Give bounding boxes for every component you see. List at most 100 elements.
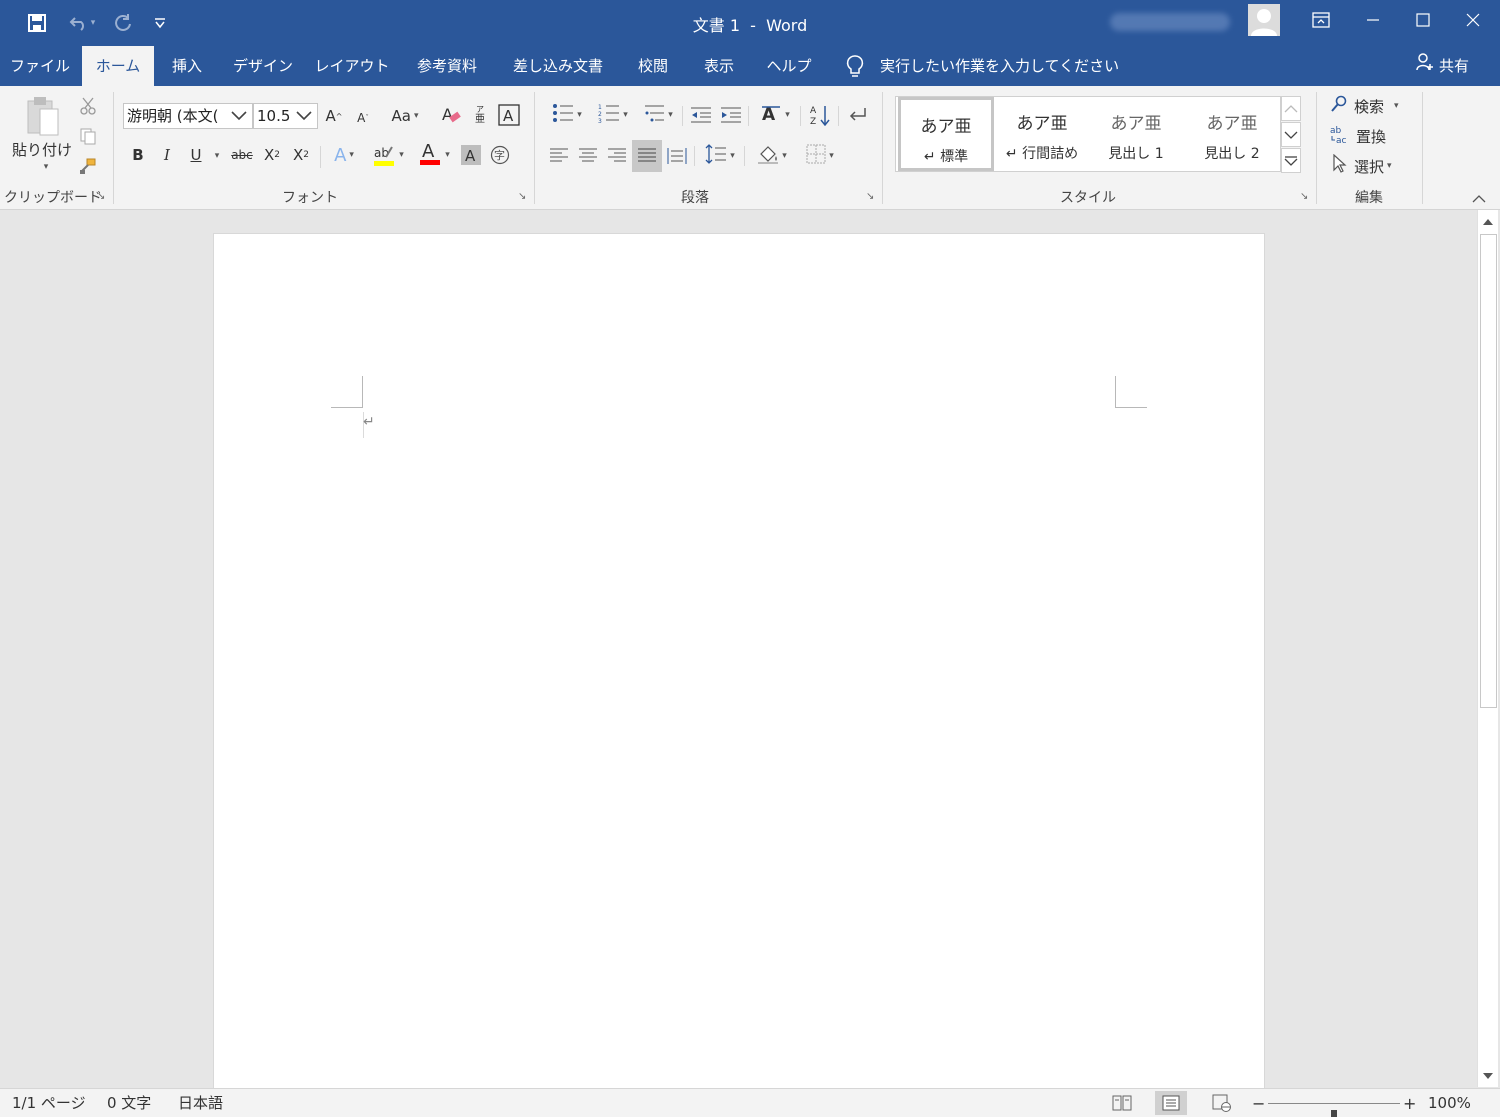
subscript-icon[interactable]: X2 [260, 142, 284, 168]
sort-icon[interactable]: AZ [806, 102, 834, 128]
font-name-select[interactable]: 游明朝 (本文( [123, 103, 253, 129]
align-center-icon[interactable] [575, 142, 601, 170]
zoom-level[interactable]: 100% [1428, 1089, 1471, 1117]
style-tile-normal[interactable]: あア亜 ↵ 標準 [898, 97, 994, 171]
strikethrough-button[interactable]: abc [228, 142, 256, 168]
increase-indent-icon[interactable] [718, 102, 744, 128]
align-left-icon[interactable] [546, 142, 572, 170]
asian-layout-button[interactable]: A ▾ [754, 102, 796, 128]
document-page[interactable] [213, 233, 1265, 1093]
tab-review[interactable]: 校閲 [626, 46, 680, 86]
print-layout-icon[interactable] [1155, 1091, 1187, 1115]
tab-view[interactable]: 表示 [692, 46, 746, 86]
read-mode-icon[interactable] [1106, 1091, 1138, 1115]
avatar[interactable] [1248, 4, 1280, 36]
clear-formatting-icon[interactable]: A [438, 102, 464, 128]
clipboard-launcher-icon[interactable]: ↘ [97, 192, 109, 204]
style-tile-no-spacing[interactable]: あア亜 ↵ 行間詰め [994, 97, 1090, 171]
close-icon[interactable] [1448, 0, 1498, 40]
gallery-scroll-up-icon[interactable] [1281, 96, 1301, 121]
underline-button[interactable]: U [184, 142, 208, 168]
character-border-icon[interactable]: A [497, 102, 521, 128]
gallery-scroll-down-icon[interactable] [1281, 122, 1301, 147]
line-spacing-button[interactable]: ▾ [700, 142, 740, 170]
undo-icon[interactable]: ▾ [62, 8, 102, 38]
tab-design[interactable]: デザイン [226, 46, 300, 86]
svg-text:A: A [810, 106, 817, 116]
phonetic-guide-icon[interactable]: ア亜 [470, 102, 490, 128]
select-button[interactable]: 選択 ▾ [1330, 153, 1412, 178]
minimize-icon[interactable] [1348, 0, 1398, 40]
paste-button[interactable]: 貼り付け [8, 138, 76, 160]
underline-dropdown-icon[interactable]: ▾ [210, 146, 224, 166]
shrink-font-icon[interactable]: Aˇ [352, 106, 374, 130]
distribute-icon[interactable] [664, 142, 690, 170]
redo-icon[interactable] [110, 8, 136, 38]
zoom-slider[interactable] [1268, 1103, 1400, 1117]
borders-button[interactable]: ▾ [798, 142, 842, 170]
enclose-characters-icon[interactable]: 字 [488, 142, 512, 168]
format-painter-icon[interactable] [76, 154, 100, 178]
save-icon[interactable] [22, 8, 52, 38]
find-button[interactable]: 検索 ▾ [1330, 94, 1412, 118]
paragraph-launcher-icon[interactable]: ↘ [866, 192, 878, 204]
tell-me-search[interactable]: 実行したい作業を入力してください [880, 46, 1119, 86]
align-right-icon[interactable] [604, 142, 630, 170]
scroll-up-icon[interactable] [1478, 212, 1498, 232]
highlight-button[interactable]: ab ▾ [366, 140, 410, 170]
ribbon-display-options-icon[interactable] [1296, 0, 1346, 40]
scrollbar-thumb[interactable] [1480, 234, 1497, 708]
copy-icon[interactable] [76, 124, 100, 148]
style-tile-heading-2[interactable]: あア亜 見出し 2 [1184, 97, 1280, 171]
shading-button[interactable]: ▾ [750, 142, 794, 170]
scroll-down-icon[interactable] [1478, 1066, 1498, 1086]
tab-layout[interactable]: レイアウト [312, 46, 392, 86]
italic-button[interactable]: I [155, 142, 179, 168]
paragraph-mark: ↵ [363, 414, 375, 430]
paste-dropdown-icon[interactable]: ▾ [36, 160, 56, 174]
word-count[interactable]: 0 文字 [107, 1089, 151, 1117]
replace-button[interactable]: ab ac 置換 [1330, 124, 1412, 148]
share-button[interactable]: 共有 [1415, 46, 1469, 86]
superscript-icon[interactable]: X2 [289, 142, 313, 168]
cut-icon[interactable] [76, 94, 100, 118]
justify-icon[interactable] [632, 140, 662, 172]
paste-icon[interactable] [18, 94, 66, 138]
font-color-button[interactable]: A ▾ [412, 140, 456, 170]
tab-help[interactable]: ヘルプ [758, 46, 820, 86]
text-effects-button[interactable]: A ▾ [326, 142, 362, 168]
tab-file[interactable]: ファイル [8, 46, 72, 86]
bullets-button[interactable]: ▾ [546, 102, 588, 128]
collapse-ribbon-icon[interactable] [1472, 192, 1492, 208]
ribbon-tabs: ファイル ホーム 挿入 デザイン レイアウト 参考資料 差し込み文書 校閲 表示… [0, 46, 1500, 86]
style-tile-heading-1[interactable]: あア亜 見出し 1 [1088, 97, 1184, 171]
multilevel-list-button[interactable]: ▾ [638, 102, 678, 128]
zoom-out-button[interactable]: − [1252, 1089, 1265, 1117]
tab-references[interactable]: 参考資料 [406, 46, 488, 86]
zoom-in-button[interactable]: + [1403, 1089, 1416, 1117]
page-count[interactable]: 1/1 ページ [12, 1089, 86, 1117]
numbering-button[interactable]: 1 2 3 ▾ [592, 102, 634, 128]
font-size-select[interactable]: 10.5 [253, 103, 318, 129]
tab-mailings[interactable]: 差し込み文書 [504, 46, 612, 86]
chevron-down-icon: ▾ [1394, 101, 1399, 111]
bold-button[interactable]: B [126, 142, 150, 168]
gallery-more-icon[interactable] [1281, 148, 1301, 173]
styles-launcher-icon[interactable]: ↘ [1300, 192, 1312, 204]
show-marks-icon[interactable] [844, 102, 872, 128]
decrease-indent-icon[interactable] [688, 102, 714, 128]
tab-insert[interactable]: 挿入 [160, 46, 214, 86]
highlighter-icon: ab [372, 143, 396, 167]
grow-font-icon[interactable]: A ^ [323, 104, 345, 128]
font-launcher-icon[interactable]: ↘ [518, 192, 530, 204]
web-layout-icon[interactable] [1206, 1091, 1238, 1115]
tab-home[interactable]: ホーム [82, 46, 154, 86]
vertical-scrollbar[interactable] [1477, 210, 1498, 1087]
character-shading-icon[interactable]: A [460, 142, 482, 168]
account-name[interactable] [1110, 13, 1230, 31]
zoom-slider-thumb[interactable] [1331, 1110, 1337, 1117]
change-case-button[interactable]: Aa ▾ [384, 104, 426, 128]
language-indicator[interactable]: 日本語 [178, 1089, 223, 1117]
customize-qat-icon[interactable] [148, 8, 172, 38]
maximize-icon[interactable] [1398, 0, 1448, 40]
